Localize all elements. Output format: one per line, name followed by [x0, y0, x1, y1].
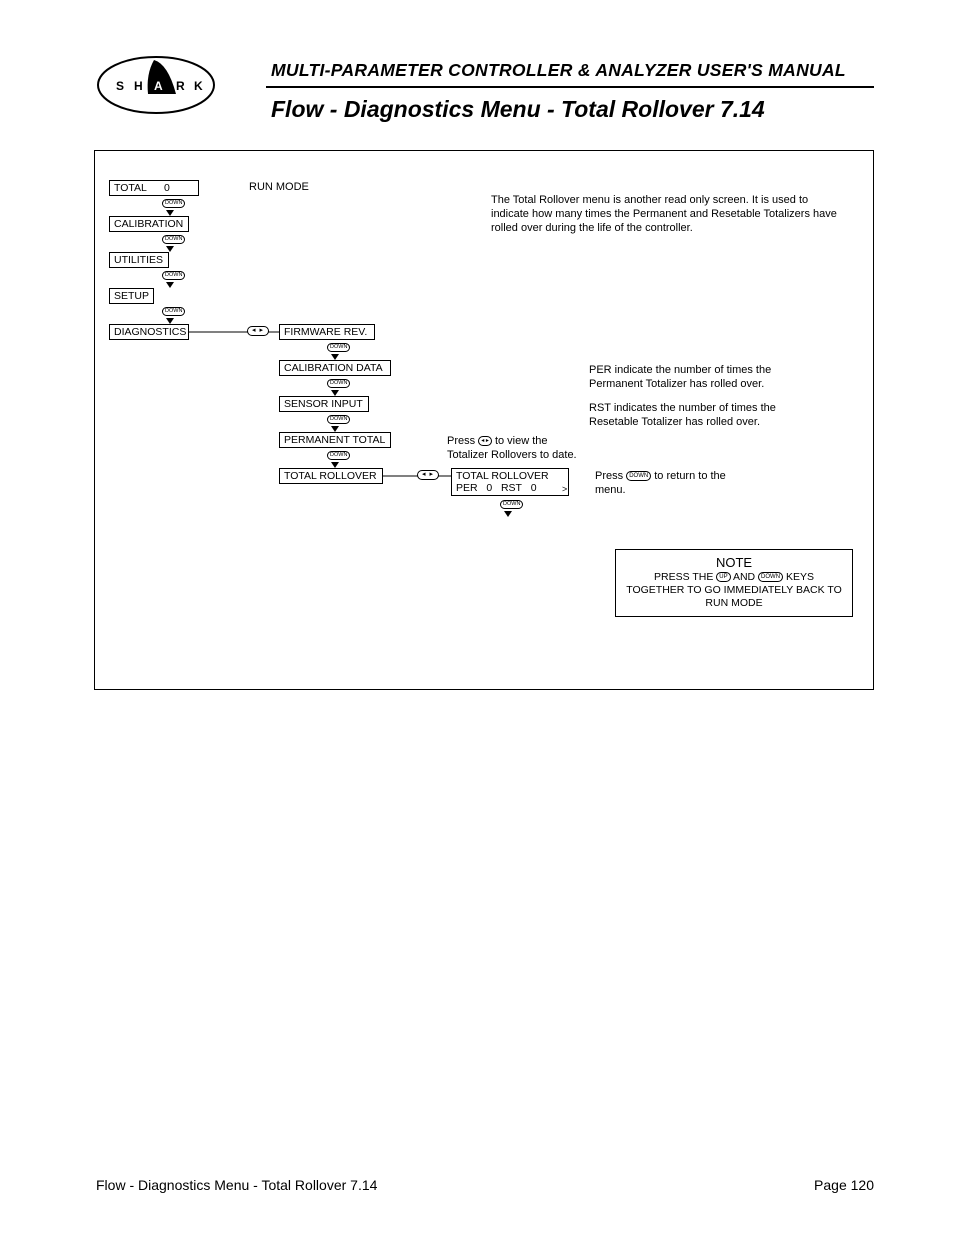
display-total-rollover: TOTAL ROLLOVER PER 0 RST 0 — [451, 468, 569, 496]
down-icon: DOWN — [327, 343, 350, 352]
down-icon: DOWN — [327, 379, 350, 388]
per-label: PER — [456, 482, 478, 494]
left-right-icon: ◂ ▸ — [478, 436, 492, 446]
arrow-down-icon — [504, 511, 512, 517]
down-icon: DOWN — [162, 271, 185, 280]
svg-text:S: S — [116, 79, 124, 93]
press-return-pre: Press — [595, 470, 623, 482]
display-line2: PER 0 RST 0 — [456, 482, 564, 494]
svg-text:H: H — [134, 79, 143, 93]
display-line1: TOTAL ROLLOVER — [456, 470, 564, 482]
diagram-frame: TOTAL 0 RUN MODE DOWN CALIBRATION DOWN U… — [94, 150, 874, 690]
svg-text:R: R — [176, 79, 185, 93]
note-line1: PRESS THE UP AND DOWN KEYS — [624, 571, 844, 584]
page-header: S H A R K MULTI-PARAMETER CONTROLLER & A… — [96, 58, 874, 138]
menu-sensor-input: SENSOR INPUT — [279, 396, 369, 412]
header-rule — [266, 86, 874, 88]
page-footer: Flow - Diagnostics Menu - Total Rollover… — [96, 1177, 874, 1193]
per-description: PER indicate the number of times the Per… — [589, 363, 819, 391]
down-icon: DOWN — [500, 500, 523, 509]
note-box: NOTE PRESS THE UP AND DOWN KEYS TOGETHER… — [615, 549, 853, 617]
left-right-icon — [417, 470, 439, 480]
down-icon: DOWN — [162, 307, 185, 316]
menu-calibration-data: CALIBRATION DATA — [279, 360, 391, 376]
footer-right: Page 120 — [814, 1177, 874, 1193]
gt-icon: > — [562, 484, 567, 494]
down-icon: DOWN — [626, 471, 651, 481]
rst-label: RST — [501, 482, 522, 494]
intro-text: The Total Rollover menu is another read … — [491, 193, 841, 235]
menu-total-value: 0 — [164, 182, 170, 194]
down-icon: DOWN — [327, 415, 350, 424]
note-line3: RUN MODE — [624, 597, 844, 610]
note-line2: TOGETHER TO GO IMMEDIATELY BACK TO — [624, 584, 844, 597]
press-return-text: Press DOWN to return to the menu. — [595, 469, 755, 497]
menu-setup: SETUP — [109, 288, 154, 304]
rst-description: RST indicates the number of times the Re… — [589, 401, 819, 429]
per-value: 0 — [486, 482, 492, 494]
svg-text:K: K — [194, 79, 203, 93]
press-view-pre: Press — [447, 435, 475, 447]
press-view-text: Press ◂ ▸ to view the Totalizer Rollover… — [447, 434, 587, 462]
menu-total: TOTAL 0 — [109, 180, 199, 196]
run-mode-label: RUN MODE — [249, 181, 309, 193]
menu-total-rollover: TOTAL ROLLOVER — [279, 468, 383, 484]
menu-calibration: CALIBRATION — [109, 216, 189, 232]
rst-value: 0 — [531, 482, 537, 494]
down-icon: DOWN — [162, 199, 185, 208]
arrow-down-icon — [166, 282, 174, 288]
footer-left: Flow - Diagnostics Menu - Total Rollover… — [96, 1177, 377, 1193]
section-title: Flow - Diagnostics Menu - Total Rollover… — [271, 96, 765, 123]
menu-diagnostics: DIAGNOSTICS — [109, 324, 189, 340]
manual-title: MULTI-PARAMETER CONTROLLER & ANALYZER US… — [271, 60, 846, 81]
left-right-icon — [247, 326, 269, 336]
down-icon: DOWN — [327, 451, 350, 460]
down-icon: DOWN — [758, 572, 783, 582]
menu-firmware-rev: FIRMWARE REV. — [279, 324, 375, 340]
menu-permanent-total: PERMANENT TOTAL — [279, 432, 391, 448]
menu-utilities: UTILITIES — [109, 252, 169, 268]
note-title: NOTE — [624, 556, 844, 569]
up-icon: UP — [716, 572, 730, 582]
down-icon: DOWN — [162, 235, 185, 244]
shark-logo: S H A R K — [96, 54, 216, 116]
svg-text:A: A — [154, 79, 163, 93]
menu-total-label: TOTAL — [114, 182, 146, 194]
